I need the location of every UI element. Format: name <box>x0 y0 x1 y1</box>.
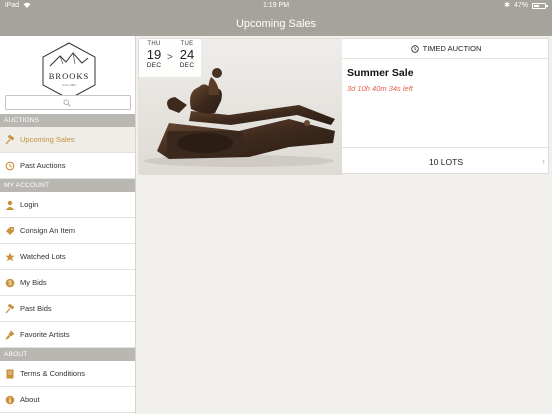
auction-type-header: TIMED AUCTION <box>342 39 550 59</box>
sidebar-item-label: Past Bids <box>20 304 52 313</box>
section-my-account: MY ACCOUNT <box>0 179 135 192</box>
tag-icon <box>6 226 14 235</box>
chevron-right-icon: › <box>542 156 545 166</box>
auction-type-label: TIMED AUCTION <box>422 44 482 53</box>
sidebar-item-label: Past Auctions <box>20 161 66 170</box>
battery-percent: 47% <box>513 2 528 9</box>
sidebar-item-my-bids[interactable]: $ My Bids <box>0 270 135 296</box>
lots-count: 10 LOTS <box>428 156 464 167</box>
search-input[interactable] <box>5 95 131 110</box>
sidebar-item-login[interactable]: Login <box>0 192 135 218</box>
sidebar-item-watched-lots[interactable]: Watched Lots <box>0 244 135 270</box>
end-day: 24 <box>179 47 195 62</box>
battery-icon <box>532 3 548 9</box>
star-icon <box>5 252 15 261</box>
section-about: ABOUT <box>0 348 135 361</box>
logo-subtext: since 1983 <box>62 83 76 87</box>
book-icon <box>6 369 14 378</box>
sidebar-item-upcoming-sales[interactable]: Upcoming Sales <box>0 127 135 153</box>
start-day: 19 <box>146 47 162 62</box>
gavel-icon <box>5 303 15 313</box>
info-icon <box>5 395 15 404</box>
start-month: DEC <box>146 62 162 69</box>
user-icon <box>5 200 15 210</box>
logo-area: BROOKS since 1983 <box>0 36 135 114</box>
end-month: DEC <box>179 62 195 69</box>
sidebar-item-label: About <box>20 395 40 404</box>
sidebar-item-label: Consign An Item <box>20 226 76 235</box>
sale-countdown: 3d 10h 40m 34s left <box>347 84 413 93</box>
section-auctions: AUCTIONS <box>0 114 135 127</box>
sidebar-item-label: My Bids <box>20 278 47 287</box>
logo-text: BROOKS <box>49 71 89 81</box>
brooks-logo: BROOKS since 1983 <box>42 42 96 100</box>
date-range-badge: THU 19 DEC > TUE 24 DEC <box>139 39 201 77</box>
sale-photo[interactable]: THU 19 DEC > TUE 24 DEC <box>139 39 342 175</box>
sidebar-item-label: Favorite Artists <box>20 330 70 339</box>
sidebar-item-about[interactable]: About <box>0 387 135 413</box>
sale-card[interactable]: THU 19 DEC > TUE 24 DEC TIMED AUCTION Su… <box>138 38 550 175</box>
brush-icon <box>5 330 15 340</box>
end-date: TUE 24 DEC <box>176 41 198 69</box>
history-icon <box>5 161 15 170</box>
start-date: THU 19 DEC <box>143 41 165 69</box>
page-title: Upcoming Sales <box>235 18 317 30</box>
search-icon <box>63 99 71 107</box>
sidebar-item-favorite-artists[interactable]: Favorite Artists <box>0 322 135 348</box>
sidebar-item-past-bids[interactable]: Past Bids <box>0 296 135 322</box>
bluetooth-icon: ✱ <box>504 2 510 9</box>
sidebar-item-terms[interactable]: Terms & Conditions <box>0 361 135 387</box>
sidebar-item-past-auctions[interactable]: Past Auctions <box>0 153 135 179</box>
sidebar-item-consign[interactable]: Consign An Item <box>0 218 135 244</box>
view-lots-button[interactable]: 10 LOTS › <box>342 147 550 175</box>
sidebar-item-label: Upcoming Sales <box>20 135 75 144</box>
gavel-icon <box>5 134 15 144</box>
bid-coin-icon: $ <box>5 278 15 287</box>
sidebar-item-label: Watched Lots <box>20 252 66 261</box>
clock-icon <box>410 44 419 53</box>
status-right: ✱ 47% <box>504 0 548 12</box>
sale-info: TIMED AUCTION Summer Sale 3d 10h 40m 34s… <box>342 39 550 175</box>
status-bar: iPad 1:19 PM ✱ 47% <box>0 0 552 12</box>
sidebar-item-label: Login <box>20 200 39 209</box>
date-range-separator: > <box>167 52 173 63</box>
sidebar-item-label: Terms & Conditions <box>20 369 86 378</box>
status-time: 1:19 PM <box>262 2 290 9</box>
top-bar: iPad 1:19 PM ✱ 47% Upcoming Sales <box>0 0 552 36</box>
sale-title[interactable]: Summer Sale <box>347 67 414 79</box>
sidebar: BROOKS since 1983 AUCTIONS Upcoming Sale… <box>0 36 136 414</box>
